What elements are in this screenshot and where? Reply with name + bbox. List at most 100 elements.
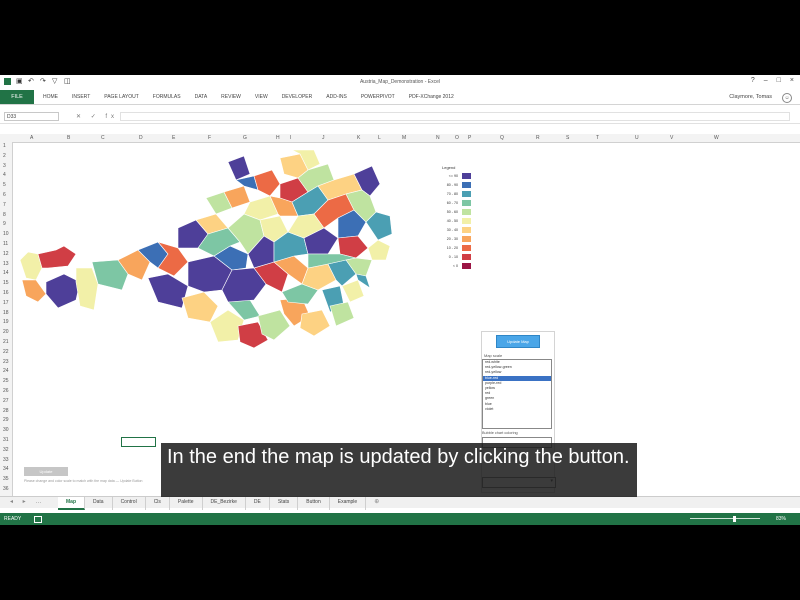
column-header[interactable]: N xyxy=(436,135,440,141)
row-header[interactable]: 35 xyxy=(3,476,9,482)
row-header[interactable]: 18 xyxy=(3,310,9,316)
map-scale-listbox[interactable]: red-white red-yellow-green red-yellow blue-… xyxy=(482,359,552,429)
help-icon[interactable]: ? xyxy=(751,77,755,84)
name-box[interactable]: D33 xyxy=(4,112,59,121)
row-header[interactable]: 7 xyxy=(3,202,6,208)
row-header[interactable]: 36 xyxy=(3,486,9,492)
minimize-icon[interactable]: – xyxy=(764,77,768,84)
selected-cell[interactable] xyxy=(121,437,156,447)
row-header[interactable]: 8 xyxy=(3,212,6,218)
column-header[interactable]: W xyxy=(714,135,719,141)
row-header[interactable]: 32 xyxy=(3,447,9,453)
sheet-tab-stats[interactable]: Stats xyxy=(270,497,299,510)
column-header[interactable]: L xyxy=(378,135,381,141)
row-header[interactable]: 12 xyxy=(3,251,9,257)
row-header[interactable]: 24 xyxy=(3,368,9,374)
formula-buttons[interactable]: ✕ ✓ fx xyxy=(76,111,118,123)
column-header[interactable]: F xyxy=(208,135,211,141)
row-header[interactable]: 22 xyxy=(3,349,9,355)
row-header[interactable]: 3 xyxy=(3,163,6,169)
sheet-tab-cls[interactable]: Cls xyxy=(146,497,170,510)
row-header[interactable]: 31 xyxy=(3,437,9,443)
ribbon-tab-view[interactable]: VIEW xyxy=(248,90,275,104)
column-header[interactable]: H xyxy=(276,135,280,141)
row-header[interactable]: 17 xyxy=(3,300,9,306)
column-header[interactable]: C xyxy=(101,135,105,141)
sheet-nav-arrows[interactable]: ◂ ▸ … xyxy=(10,498,45,505)
zoom-slider[interactable] xyxy=(690,518,760,519)
ribbon-tab-pdf-xchange-2012[interactable]: PDF-XChange 2012 xyxy=(402,90,461,104)
ribbon-tab-developer[interactable]: DEVELOPER xyxy=(275,90,320,104)
column-header[interactable]: S xyxy=(566,135,569,141)
column-header[interactable]: P xyxy=(468,135,471,141)
ribbon-tab-data[interactable]: DATA xyxy=(188,90,215,104)
row-header[interactable]: 10 xyxy=(3,231,9,237)
sheet-update-button[interactable]: Update xyxy=(24,467,68,476)
row-header[interactable]: 1 xyxy=(3,143,6,149)
file-tab[interactable]: FILE xyxy=(0,90,34,104)
row-header[interactable]: 28 xyxy=(3,408,9,414)
user-name[interactable]: Claymore, Tomas xyxy=(729,90,772,104)
sheet-tab-button[interactable]: Button xyxy=(298,497,330,510)
column-header[interactable]: D xyxy=(139,135,143,141)
macro-record-icon[interactable] xyxy=(34,516,42,523)
sheet-tab-de[interactable]: DE xyxy=(246,497,270,510)
row-header[interactable]: 30 xyxy=(3,427,9,433)
sheet-tab-de-bezirke[interactable]: DE_Bezirke xyxy=(203,497,246,510)
column-header[interactable]: I xyxy=(290,135,291,141)
column-header[interactable]: M xyxy=(402,135,406,141)
column-header[interactable]: V xyxy=(670,135,673,141)
row-header[interactable]: 2 xyxy=(3,153,6,159)
column-header[interactable]: K xyxy=(357,135,360,141)
sheet-tab-data[interactable]: Data xyxy=(85,497,113,510)
column-header[interactable]: G xyxy=(243,135,247,141)
row-header[interactable]: 20 xyxy=(3,329,9,335)
row-header[interactable]: 5 xyxy=(3,182,6,188)
row-header[interactable]: 6 xyxy=(3,192,6,198)
zoom-level[interactable]: 83% xyxy=(776,513,786,525)
ribbon-tab-insert[interactable]: INSERT xyxy=(65,90,97,104)
update-map-button[interactable]: Update Map xyxy=(496,335,540,348)
map-scale-option[interactable]: violet xyxy=(483,407,551,412)
ribbon-tab-home[interactable]: HOME xyxy=(36,90,65,104)
column-header[interactable]: E xyxy=(172,135,175,141)
row-header[interactable]: 27 xyxy=(3,398,9,404)
row-header[interactable]: 14 xyxy=(3,270,9,276)
row-header[interactable]: 33 xyxy=(3,457,9,463)
sheet-tab-control[interactable]: Control xyxy=(113,497,146,510)
close-icon[interactable]: × xyxy=(790,77,794,84)
row-header[interactable]: 4 xyxy=(3,172,6,178)
column-header[interactable]: J xyxy=(322,135,325,141)
row-header[interactable]: 11 xyxy=(3,241,8,247)
ribbon-tab-page-layout[interactable]: PAGE LAYOUT xyxy=(97,90,146,104)
column-header[interactable]: Q xyxy=(500,135,504,141)
zoom-slider-handle[interactable] xyxy=(733,516,736,522)
column-header[interactable]: R xyxy=(536,135,540,141)
formula-input[interactable] xyxy=(120,112,790,121)
feedback-smiley-icon[interactable]: ☺ xyxy=(782,93,792,103)
column-header[interactable]: T xyxy=(596,135,599,141)
row-header[interactable]: 19 xyxy=(3,319,9,325)
row-header[interactable]: 9 xyxy=(3,221,6,227)
row-header[interactable]: 13 xyxy=(3,261,9,267)
ribbon-tab-add-ins[interactable]: ADD-INS xyxy=(319,90,354,104)
maximize-icon[interactable]: □ xyxy=(777,77,781,84)
column-header[interactable]: A xyxy=(30,135,33,141)
ribbon-tab-formulas[interactable]: FORMULAS xyxy=(146,90,188,104)
row-header[interactable]: 21 xyxy=(3,339,9,345)
sheet-tab-palette[interactable]: Palette xyxy=(170,497,203,510)
row-header[interactable]: 29 xyxy=(3,417,9,423)
row-header[interactable]: 16 xyxy=(3,290,9,296)
row-header[interactable]: 15 xyxy=(3,280,9,286)
column-header[interactable]: O xyxy=(455,135,459,141)
column-header[interactable]: B xyxy=(67,135,70,141)
sheet-tab-example[interactable]: Example xyxy=(330,497,367,510)
sheet-tab-map[interactable]: Map xyxy=(58,497,85,510)
row-header[interactable]: 23 xyxy=(3,359,9,365)
row-header[interactable]: 25 xyxy=(3,378,9,384)
ribbon-tab-powerpivot[interactable]: POWERPIVOT xyxy=(354,90,402,104)
row-header[interactable]: 26 xyxy=(3,388,9,394)
add-sheet-icon[interactable]: ⊕ xyxy=(366,497,387,510)
ribbon-tab-review[interactable]: REVIEW xyxy=(214,90,248,104)
row-header[interactable]: 34 xyxy=(3,466,9,472)
